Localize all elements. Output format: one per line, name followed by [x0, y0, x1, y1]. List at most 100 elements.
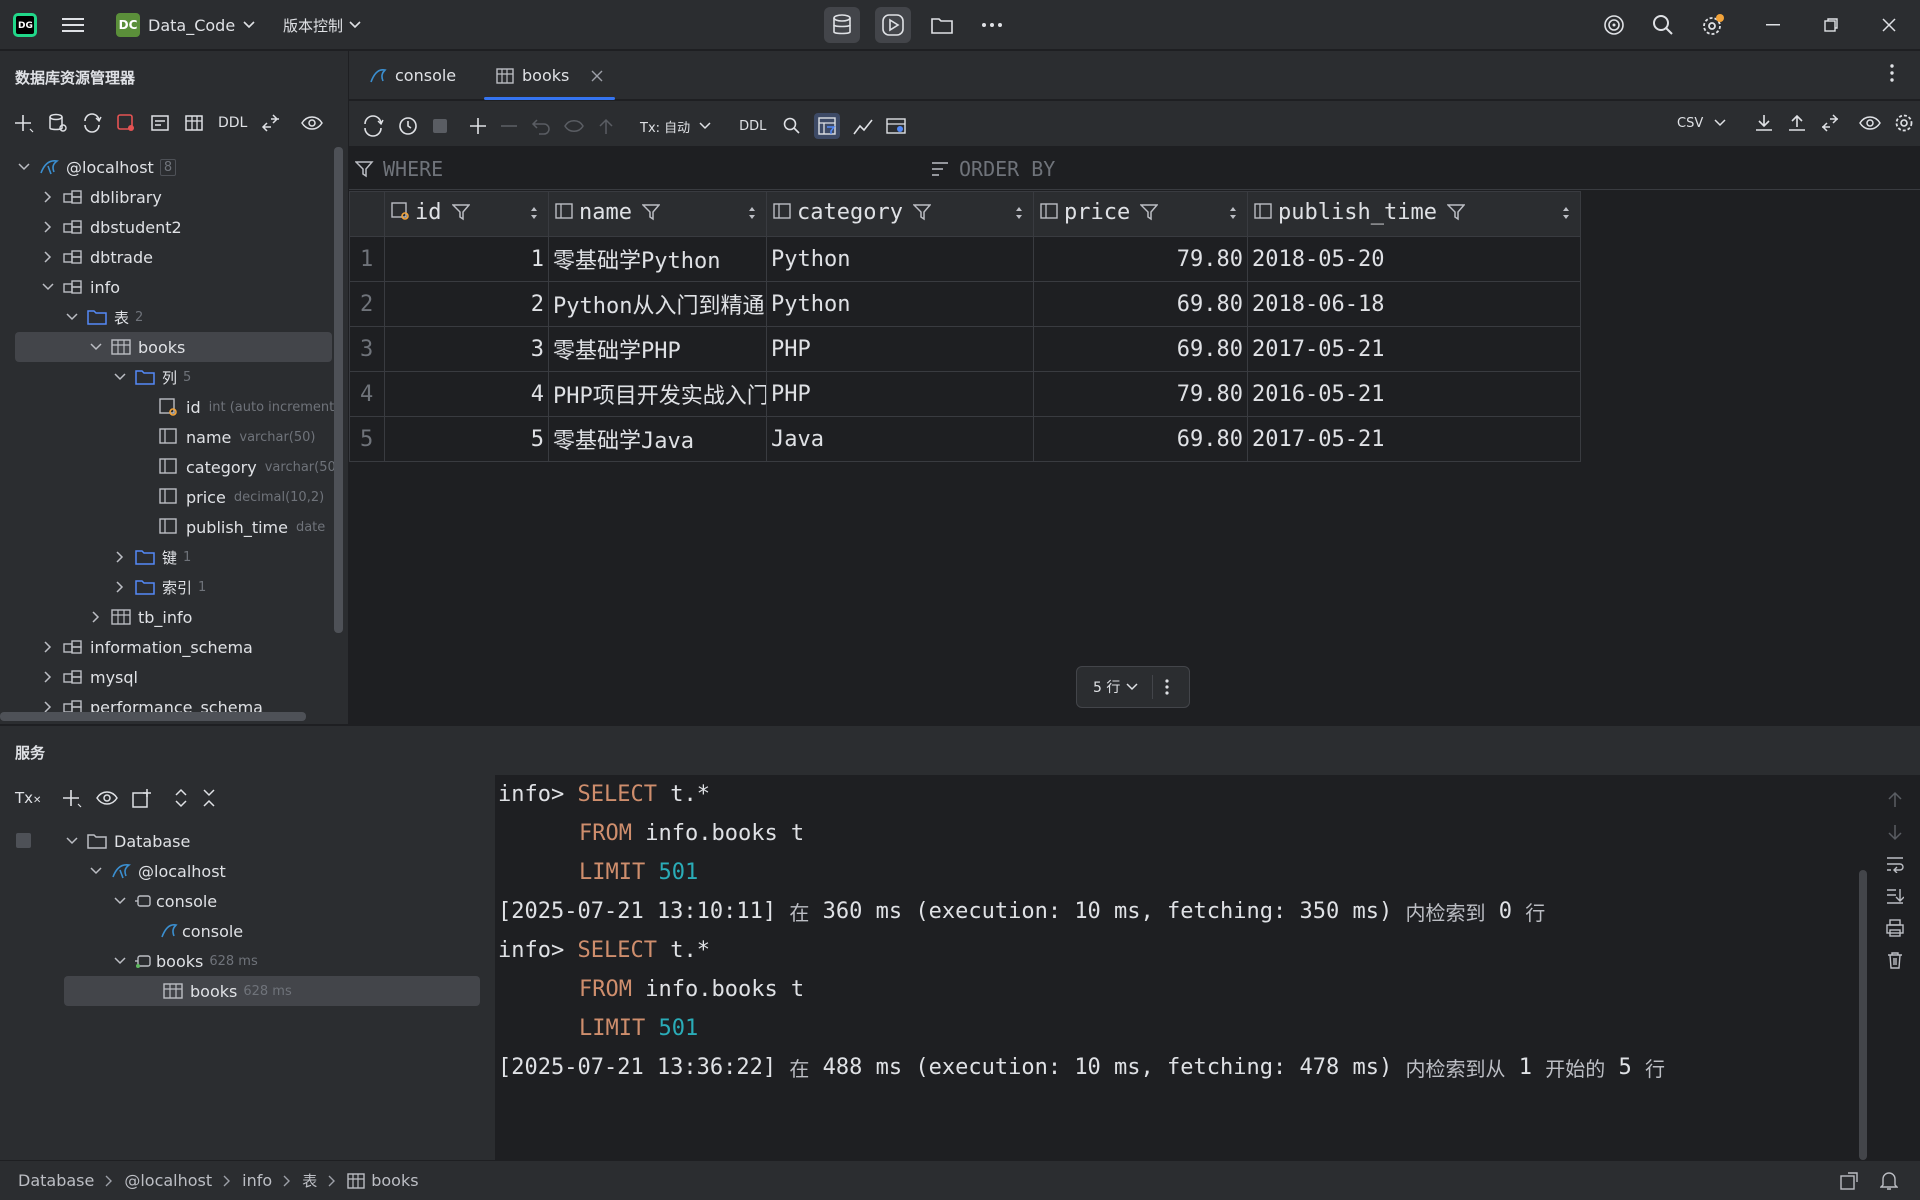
column-header-category[interactable]: category	[766, 191, 1034, 237]
cell-id[interactable]: 1	[384, 236, 549, 282]
notifications-bell-icon[interactable]	[1880, 1171, 1898, 1191]
table-row[interactable]: 5 5 零基础学Java Java 69.80 2017-05-21	[349, 416, 1581, 462]
breadcrumb-item[interactable]: info	[242, 1171, 272, 1190]
tree-node-dbtrade[interactable]: dbtrade	[38, 242, 153, 272]
add-row-icon[interactable]	[469, 117, 487, 135]
main-menu-icon[interactable]	[62, 0, 84, 50]
settings-gear-icon[interactable]	[1695, 7, 1731, 43]
upload-icon[interactable]	[1787, 113, 1807, 133]
download-icon[interactable]	[1754, 113, 1774, 133]
run-query-icon[interactable]	[875, 7, 911, 43]
cell-category[interactable]: Python	[766, 236, 1034, 282]
add-service-icon[interactable]	[62, 788, 82, 808]
tree-node-column-category[interactable]: category varchar(50)	[158, 452, 341, 482]
cell-publish-time[interactable]: 2017-05-21	[1247, 326, 1581, 372]
service-node-console[interactable]: console	[158, 916, 243, 946]
chart-icon[interactable]	[853, 117, 874, 135]
cell-price[interactable]: 79.80	[1033, 371, 1248, 417]
new-tab-icon[interactable]	[132, 788, 152, 808]
cell-publish-time[interactable]: 2017-05-21	[1247, 416, 1581, 462]
history-icon[interactable]	[397, 115, 419, 137]
jump-icon[interactable]	[261, 113, 281, 133]
submit-icon[interactable]	[597, 117, 615, 135]
tree-node-column-id[interactable]: id int (auto increment)	[158, 392, 339, 422]
scroll-up-icon[interactable]	[1886, 791, 1904, 809]
vertical-scrollbar[interactable]	[334, 147, 343, 633]
tree-node-tables-folder[interactable]: 表 2	[62, 302, 143, 332]
cell-name[interactable]: 零基础学Python	[548, 236, 767, 282]
cell-category[interactable]: Java	[766, 416, 1034, 462]
cell-price[interactable]: 69.80	[1033, 326, 1248, 372]
tree-node-columns-folder[interactable]: 列 5	[110, 362, 191, 392]
close-tab-icon[interactable]	[591, 70, 603, 82]
tree-node-indexes-folder[interactable]: 索引 1	[110, 572, 206, 602]
table-row[interactable]: 2 2 Python从入门到精通 Python 69.80 2018-06-18	[349, 281, 1581, 327]
ddl-button[interactable]: DDL	[218, 115, 247, 131]
app-logo-icon[interactable]: DG	[12, 0, 38, 50]
tx-checkbox[interactable]	[16, 833, 31, 848]
jump-to-console-icon[interactable]	[150, 113, 170, 133]
cell-price[interactable]: 69.80	[1033, 281, 1248, 327]
filter-view-icon[interactable]	[814, 113, 841, 139]
layout-icon[interactable]	[1840, 1172, 1858, 1190]
search-icon[interactable]	[783, 117, 801, 135]
revert-icon[interactable]	[531, 117, 551, 135]
collapse-all-icon[interactable]	[202, 788, 216, 808]
cell-category[interactable]: PHP	[766, 371, 1034, 417]
database-icon[interactable]	[824, 7, 860, 43]
scroll-down-icon[interactable]	[1886, 823, 1904, 841]
stop-icon[interactable]	[432, 118, 448, 134]
tree-node-dblibrary[interactable]: dblibrary	[38, 182, 162, 212]
view-options-eye-icon[interactable]	[301, 115, 324, 131]
print-icon[interactable]	[1886, 919, 1904, 937]
tree-node-info[interactable]: info	[38, 272, 120, 302]
preview-changes-icon[interactable]	[564, 117, 584, 135]
more-options-icon[interactable]	[1165, 679, 1169, 695]
column-header-id[interactable]: id	[384, 191, 549, 237]
result-in-editor-icon[interactable]	[886, 117, 907, 135]
reload-icon[interactable]	[362, 115, 384, 137]
service-node-console-session[interactable]: console	[110, 886, 217, 916]
folder-icon[interactable]	[924, 7, 960, 43]
cell-id[interactable]: 5	[384, 416, 549, 462]
tree-node-column-publish-time[interactable]: publish_time date	[158, 512, 325, 542]
project-selector[interactable]: DC Data_Code	[116, 0, 257, 50]
cell-name[interactable]: 零基础学PHP	[548, 326, 767, 372]
order-by-input[interactable]: ORDER BY	[931, 148, 1055, 190]
breadcrumb-item[interactable]: Database	[18, 1171, 94, 1190]
tree-node-mysql[interactable]: mysql	[38, 662, 138, 692]
cell-category[interactable]: Python	[766, 281, 1034, 327]
where-filter-input[interactable]: WHERE	[355, 148, 443, 190]
cell-name[interactable]: 零基础学Java	[548, 416, 767, 462]
table-icon[interactable]	[184, 113, 204, 133]
tree-node-localhost[interactable]: @localhost 8	[14, 152, 177, 182]
minimize-icon[interactable]	[1755, 7, 1791, 43]
tree-node-books[interactable]: books	[15, 332, 332, 362]
breadcrumb-item[interactable]: @localhost	[124, 1171, 212, 1190]
console-output[interactable]: info> SELECT t.* FROM info.books t LIMIT…	[495, 775, 1870, 1160]
view-options-eye-icon[interactable]	[1859, 115, 1882, 131]
export-format-dropdown[interactable]: CSV	[1677, 116, 1727, 131]
tree-node-column-price[interactable]: price decimal(10,2)	[158, 482, 324, 512]
cell-id[interactable]: 3	[384, 326, 549, 372]
cell-price[interactable]: 79.80	[1033, 236, 1248, 282]
column-header-publish-time[interactable]: publish_time	[1247, 191, 1581, 237]
view-options-eye-icon[interactable]	[96, 790, 118, 806]
cell-name[interactable]: PHP项目开发实战入门	[548, 371, 767, 417]
data-source-properties-icon[interactable]	[48, 113, 68, 133]
scroll-to-end-icon[interactable]	[1886, 887, 1904, 905]
refresh-icon[interactable]	[82, 113, 102, 133]
add-icon[interactable]	[14, 113, 34, 133]
ai-assistant-icon[interactable]	[1596, 7, 1632, 43]
column-header-name[interactable]: name	[548, 191, 767, 237]
column-header-price[interactable]: price	[1033, 191, 1248, 237]
compare-icon[interactable]	[1820, 113, 1840, 133]
tree-node-tb-info[interactable]: tb_info	[86, 602, 192, 632]
tree-node-keys-folder[interactable]: 键 1	[110, 542, 191, 572]
console-scrollbar[interactable]	[1859, 870, 1867, 1160]
tx-toggle[interactable]: Tx✕	[15, 789, 41, 807]
cell-name[interactable]: Python从入门到精通	[548, 281, 767, 327]
cell-publish-time[interactable]: 2018-06-18	[1247, 281, 1581, 327]
cell-id[interactable]: 2	[384, 281, 549, 327]
tree-node-column-name[interactable]: name varchar(50)	[158, 422, 315, 452]
